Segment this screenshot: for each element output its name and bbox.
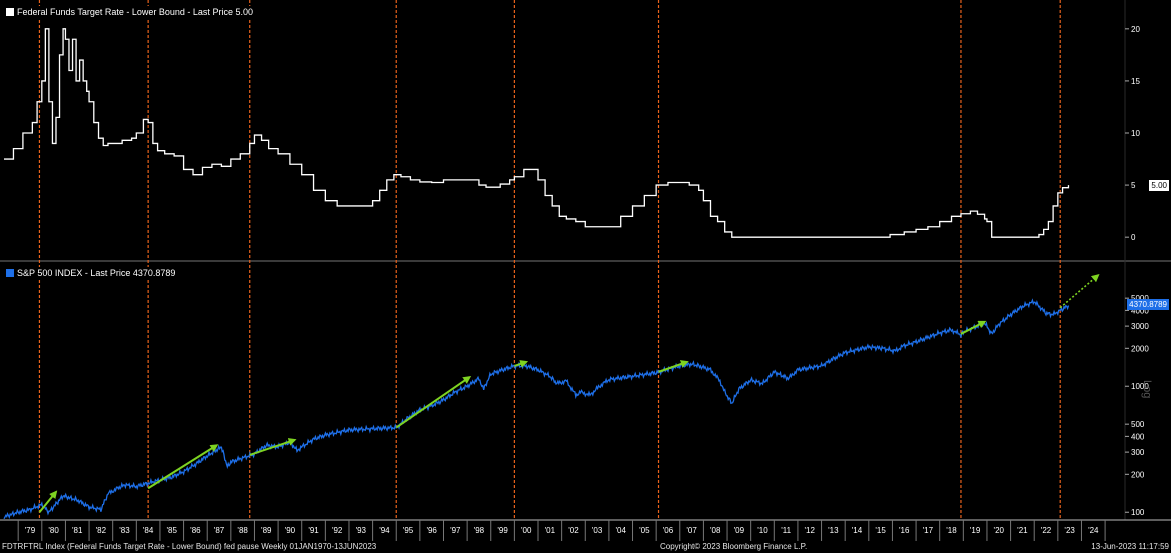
x-axis-label: '86 xyxy=(190,526,201,535)
x-axis-label: '93 xyxy=(356,526,367,535)
x-axis-label: '96 xyxy=(426,526,437,535)
x-axis-label: '17 xyxy=(923,526,934,535)
x-axis-label: '21 xyxy=(1017,526,1028,535)
x-axis-label: '05 xyxy=(639,526,650,535)
x-axis-label: '90 xyxy=(285,526,296,535)
x-axis-label: '08 xyxy=(710,526,721,535)
log-scale-label: Log xyxy=(1141,380,1153,399)
x-axis-label: '16 xyxy=(899,526,910,535)
x-axis-label: '82 xyxy=(96,526,107,535)
sp500-y-tick-label: 500 xyxy=(1131,420,1145,429)
fed-funds-legend-text: Federal Funds Target Rate - Lower Bound … xyxy=(17,7,253,17)
sp500-y-tick-label: 300 xyxy=(1131,448,1145,457)
fed-funds-series xyxy=(4,28,1070,238)
x-axis-label: '97 xyxy=(450,526,461,535)
x-axis-label: '88 xyxy=(237,526,248,535)
sp500-legend-swatch xyxy=(6,269,14,277)
x-axis-label: '04 xyxy=(615,526,626,535)
x-axis-label: '92 xyxy=(332,526,343,535)
fed-y-tick-label: 15 xyxy=(1131,77,1140,86)
x-axis-label: '80 xyxy=(48,526,59,535)
footer-copyright: Copyright© 2023 Bloomberg Finance L.P. xyxy=(660,542,808,551)
fed-y-tick-label: 5 xyxy=(1131,181,1136,190)
x-axis-label: '94 xyxy=(379,526,390,535)
x-axis-label: '12 xyxy=(805,526,816,535)
sp500-series xyxy=(3,298,1070,520)
x-axis-label: '03 xyxy=(592,526,603,535)
trend-arrow xyxy=(147,444,219,490)
x-axis-label: '09 xyxy=(734,526,745,535)
trend-arrow xyxy=(960,320,987,335)
x-axis-label: '10 xyxy=(757,526,768,535)
trend-arrow xyxy=(249,438,297,456)
x-axis-label: '79 xyxy=(25,526,36,535)
fed-last-price-badge: 5.00 xyxy=(1149,180,1169,191)
x-axis-label: '95 xyxy=(403,526,414,535)
x-axis-label: '98 xyxy=(474,526,485,535)
trend-arrow xyxy=(395,376,472,429)
x-axis-label: '23 xyxy=(1064,526,1075,535)
x-axis-label: '91 xyxy=(308,526,319,535)
fed-funds-legend-swatch xyxy=(6,8,14,16)
x-axis-label: '99 xyxy=(497,526,508,535)
x-axis-label: '81 xyxy=(72,526,83,535)
footer-timestamp: 13-Jun-2023 11:17:59 xyxy=(1091,542,1169,551)
x-axis-label: '11 xyxy=(781,526,791,535)
x-axis-label: '22 xyxy=(1041,526,1052,535)
fed-funds-line xyxy=(4,28,1070,238)
sp500-y-tick-label: 3000 xyxy=(1131,322,1149,331)
projection-arrow xyxy=(1059,273,1100,309)
x-axis-label: '07 xyxy=(686,526,697,535)
x-axis-label: '24 xyxy=(1088,526,1099,535)
x-axis: '79 '80 '81 '82 '83 '84 '85 '86 '87 '88 '89 '90 '91 '… xyxy=(0,519,1171,541)
x-axis-label: '84 xyxy=(143,526,154,535)
sp500-line xyxy=(3,298,1070,520)
x-axis-label: '15 xyxy=(875,526,886,535)
x-axis-label: '83 xyxy=(119,526,130,535)
x-axis-label: '19 xyxy=(970,526,981,535)
x-axis-label: '18 xyxy=(946,526,957,535)
x-axis-label: '06 xyxy=(663,526,674,535)
sp500-y-tick-label: 2000 xyxy=(1131,344,1149,353)
x-axis-label: '00 xyxy=(521,526,532,535)
x-axis-label: '01 xyxy=(545,526,556,535)
x-axis-label: '14 xyxy=(852,526,863,535)
sp500-y-tick-label: 400 xyxy=(1131,432,1145,441)
sp500-legend-text: S&P 500 INDEX - Last Price 4370.8789 xyxy=(17,268,176,278)
x-axis-label: '85 xyxy=(167,526,178,535)
fed-y-tick-label: 20 xyxy=(1131,25,1140,34)
footer-security-description: FDTRFTRL Index (Federal Funds Target Rat… xyxy=(2,542,377,551)
axes-layer: 0510152010020030040050010002000300040005… xyxy=(0,0,1171,520)
sp500-last-price-badge: 4370.8789 xyxy=(1127,299,1169,310)
fed-y-tick-label: 10 xyxy=(1131,129,1140,138)
x-axis-label: '87 xyxy=(214,526,225,535)
sp500-y-tick-label: 100 xyxy=(1131,508,1145,517)
trend-arrows xyxy=(38,273,1100,513)
fed-funds-legend: Federal Funds Target Rate - Lower Bound … xyxy=(4,6,256,19)
x-axis-label: '20 xyxy=(994,526,1005,535)
x-axis-label: '13 xyxy=(828,526,839,535)
sp500-legend: S&P 500 INDEX - Last Price 4370.8789 xyxy=(4,267,179,280)
x-axis-label: '02 xyxy=(568,526,579,535)
sp500-y-tick-label: 200 xyxy=(1131,470,1145,479)
fed-y-tick-label: 0 xyxy=(1131,233,1136,242)
x-axis-label: '89 xyxy=(261,526,272,535)
